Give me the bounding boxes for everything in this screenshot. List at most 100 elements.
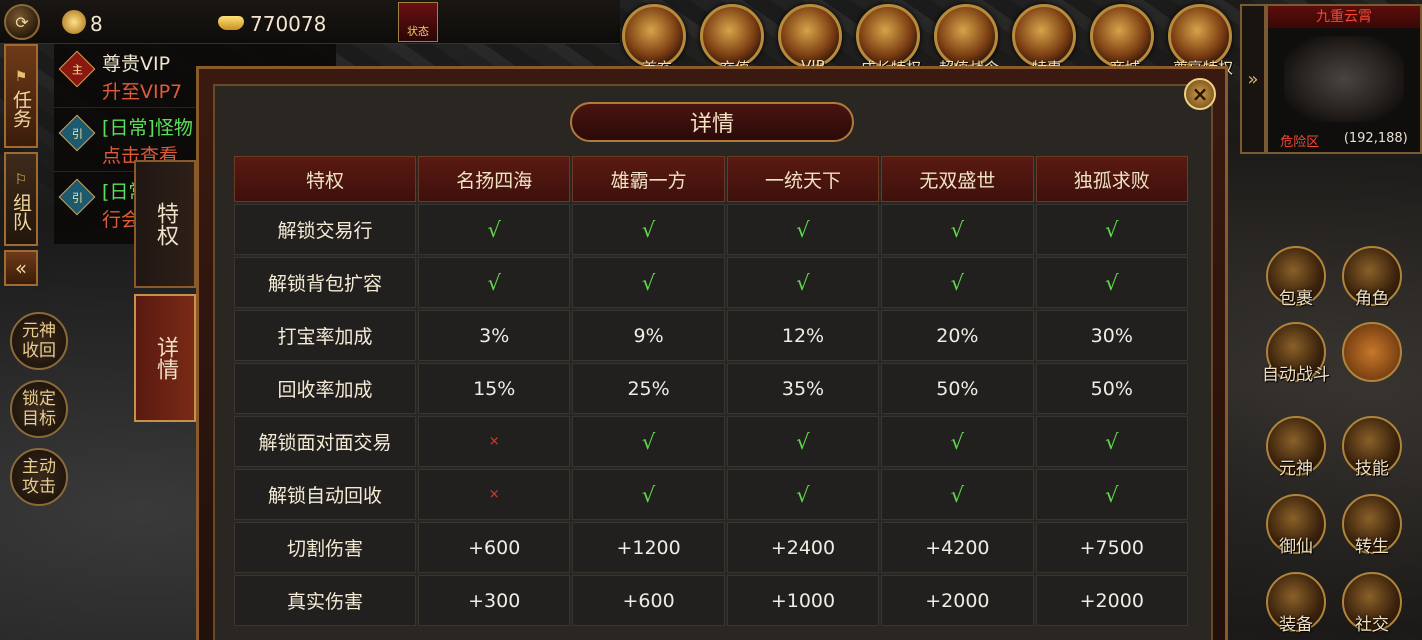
check-icon: √ — [726, 469, 880, 520]
feature-cell: 回收率加成 — [234, 363, 416, 414]
feature-cell: 真实伤害 — [234, 575, 416, 626]
value-cell: +7500 — [1035, 522, 1188, 573]
lock-target-button[interactable]: 锁定目标 — [10, 380, 68, 438]
status-button[interactable]: 状态 — [398, 2, 438, 42]
growth-privilege-icon[interactable]: 成长特权 — [856, 4, 921, 77]
close-icon: × — [1191, 82, 1209, 106]
ingot-count: 770078 — [250, 12, 327, 36]
table-row: 解锁面对面交易 × √ √ √ √ — [234, 416, 1188, 467]
special-offer-icon[interactable]: 特惠 — [1012, 4, 1076, 77]
cross-icon: × — [418, 416, 571, 467]
feature-cell: 打宝率加成 — [234, 310, 416, 361]
auto-attack-label: 主动攻击 — [22, 457, 56, 497]
tab-details[interactable]: 详情 — [134, 294, 196, 422]
value-cell: +1000 — [726, 575, 880, 626]
quest-subtitle: 升至VIP7 — [102, 81, 183, 103]
check-icon: √ — [572, 204, 725, 255]
tab-details-label: 详情 — [153, 336, 178, 380]
feature-cell: 解锁背包扩容 — [234, 257, 416, 308]
gold-count: 8 — [90, 12, 103, 36]
table-row: 解锁自动回收 × √ √ √ √ — [234, 469, 1188, 520]
check-icon: √ — [572, 257, 725, 308]
team-tab[interactable]: ⚐ 组队 — [4, 152, 38, 246]
bag-label: 包裹 — [1279, 289, 1313, 309]
column-header-privilege: 特权 — [234, 156, 416, 202]
value-cell: 50% — [881, 363, 1034, 414]
skill-label: 技能 — [1355, 459, 1389, 479]
quest-title: [日常]怪物 — [102, 117, 193, 139]
privilege-table: 特权 名扬四海 雄霸一方 一统天下 无双盛世 独孤求败 解锁交易行 √ √ √ √ √ 解锁背包扩容 √… — [232, 154, 1190, 628]
check-icon: √ — [572, 416, 725, 467]
column-header-tier: 独孤求败 — [1035, 156, 1188, 202]
check-icon: √ — [881, 204, 1034, 255]
dialog-title-bar: 详情 — [570, 102, 854, 142]
character-label: 角色 — [1355, 289, 1389, 309]
auto-attack-button[interactable]: 主动攻击 — [10, 448, 68, 506]
task-tab[interactable]: ⚑ 任务 — [4, 44, 38, 148]
double-chevron-left-icon: « — [14, 256, 28, 280]
exclusive-privilege-icon[interactable]: 尊享特权 — [1168, 4, 1233, 77]
task-tab-label: 任务 — [10, 90, 32, 128]
feature-cell: 切割伤害 — [234, 522, 416, 573]
guide-quest-badge: 引 — [58, 178, 96, 216]
guide-quest-badge: 引 — [58, 114, 96, 152]
value-cell: +600 — [418, 522, 571, 573]
table-row: 解锁背包扩容 √ √ √ √ √ — [234, 257, 1188, 308]
value-cell: 35% — [726, 363, 880, 414]
feature-cell: 解锁自动回收 — [234, 469, 416, 520]
battle-pass-icon[interactable]: 超值战令 — [934, 4, 999, 77]
team-flag-icon: ⚐ — [14, 172, 28, 188]
collapse-button[interactable]: « — [4, 250, 38, 286]
tab-privilege-label: 特权 — [153, 202, 178, 246]
value-cell: 15% — [418, 363, 571, 414]
zone-label: 危险区 — [1280, 135, 1320, 150]
first-recharge-icon[interactable]: 首充 — [622, 4, 686, 77]
dialog-title: 详情 — [689, 112, 734, 137]
close-button[interactable]: × — [1184, 78, 1216, 110]
check-icon: √ — [1035, 204, 1188, 255]
table-row: 真实伤害 +300 +600 +1000 +2000 +2000 — [234, 575, 1188, 626]
status-label: 状态 — [407, 25, 429, 38]
lock-target-label: 锁定目标 — [22, 389, 56, 429]
column-header-tier: 无双盛世 — [881, 156, 1034, 202]
minimap-expand-button[interactable]: » — [1240, 4, 1266, 154]
soul-label: 元神 — [1279, 459, 1313, 479]
map-name: 九重云霄 — [1268, 6, 1420, 28]
check-icon: √ — [726, 257, 880, 308]
value-cell: 20% — [881, 310, 1034, 361]
check-icon: √ — [1035, 257, 1188, 308]
soul-recall-label: 元神收回 — [22, 321, 56, 361]
shop-icon[interactable]: 商城 — [1090, 4, 1154, 77]
soul-recall-button[interactable]: 元神收回 — [10, 312, 68, 370]
cross-icon: × — [418, 469, 571, 520]
menu-grid-icon[interactable] — [1342, 322, 1402, 382]
immortal-label: 御仙 — [1279, 537, 1313, 557]
auto-battle-label: 自动战斗 — [1262, 365, 1330, 385]
minimap[interactable]: 九重云霄 危险区 (192,188) — [1266, 4, 1422, 154]
gold-dragon-icon — [62, 10, 86, 34]
value-cell: 3% — [418, 310, 571, 361]
team-tab-label: 组队 — [10, 193, 32, 231]
table-row: 打宝率加成 3% 9% 12% 20% 30% — [234, 310, 1188, 361]
check-icon: √ — [418, 257, 571, 308]
recharge-icon[interactable]: 充值 — [700, 4, 764, 77]
value-cell: 12% — [726, 310, 880, 361]
value-cell: +1200 — [572, 522, 725, 573]
tab-privilege[interactable]: 特权 — [134, 160, 196, 288]
feature-cell: 解锁交易行 — [234, 204, 416, 255]
table-header-row: 特权 名扬四海 雄霸一方 一统天下 无双盛世 独孤求败 — [234, 156, 1188, 202]
feature-cell: 解锁面对面交易 — [234, 416, 416, 467]
check-icon: √ — [881, 469, 1034, 520]
table-row: 切割伤害 +600 +1200 +2400 +4200 +7500 — [234, 522, 1188, 573]
column-header-tier: 一统天下 — [726, 156, 880, 202]
refresh-icon[interactable]: ⟳ — [4, 4, 40, 40]
value-cell: 25% — [572, 363, 725, 414]
value-cell: +300 — [418, 575, 571, 626]
check-icon: √ — [1035, 416, 1188, 467]
ingot-icon — [218, 15, 244, 34]
check-icon: √ — [726, 204, 880, 255]
value-cell: +4200 — [881, 522, 1034, 573]
value-cell: 50% — [1035, 363, 1188, 414]
value-cell: +600 — [572, 575, 725, 626]
vip-icon[interactable]: VIP — [778, 4, 842, 75]
